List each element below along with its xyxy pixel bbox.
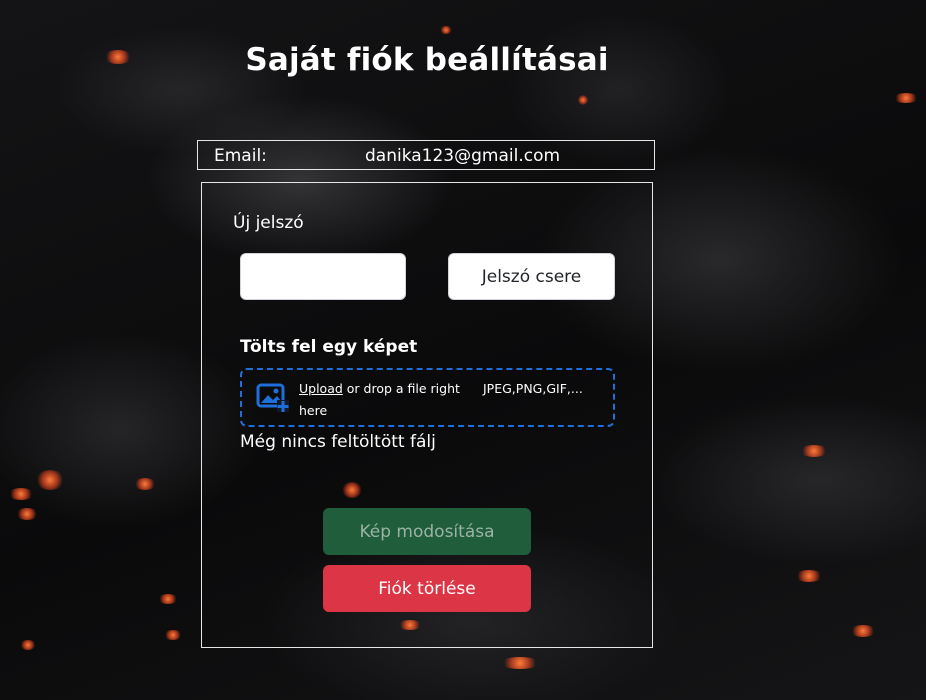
change-password-button[interactable]: Jelszó csere bbox=[448, 253, 615, 300]
dropzone-text: Upload or drop a file right here bbox=[299, 378, 477, 422]
email-value: danika123@gmail.com bbox=[365, 146, 561, 166]
upload-status: Még nincs feltöltött fálj bbox=[240, 432, 436, 452]
settings-panel: Új jelszó Jelszó csere Tölts fel egy kép… bbox=[201, 182, 653, 648]
email-row: Email: danika123@gmail.com bbox=[197, 140, 655, 170]
file-dropzone[interactable]: Upload or drop a file right here JPEG,PN… bbox=[240, 368, 615, 427]
modify-image-button[interactable]: Kép modosítása bbox=[323, 508, 531, 555]
upload-link[interactable]: Upload bbox=[299, 381, 343, 396]
new-password-input[interactable] bbox=[240, 253, 406, 300]
new-password-label: Új jelszó bbox=[233, 213, 304, 233]
page-title: Saját fiók beállításai bbox=[245, 42, 609, 78]
upload-title: Tölts fel egy képet bbox=[240, 337, 418, 357]
file-types-text: JPEG,PNG,GIF,... bbox=[483, 381, 583, 396]
email-label: Email: bbox=[214, 146, 267, 166]
image-upload-icon bbox=[256, 383, 289, 412]
delete-account-button[interactable]: Fiók törlése bbox=[323, 565, 531, 612]
